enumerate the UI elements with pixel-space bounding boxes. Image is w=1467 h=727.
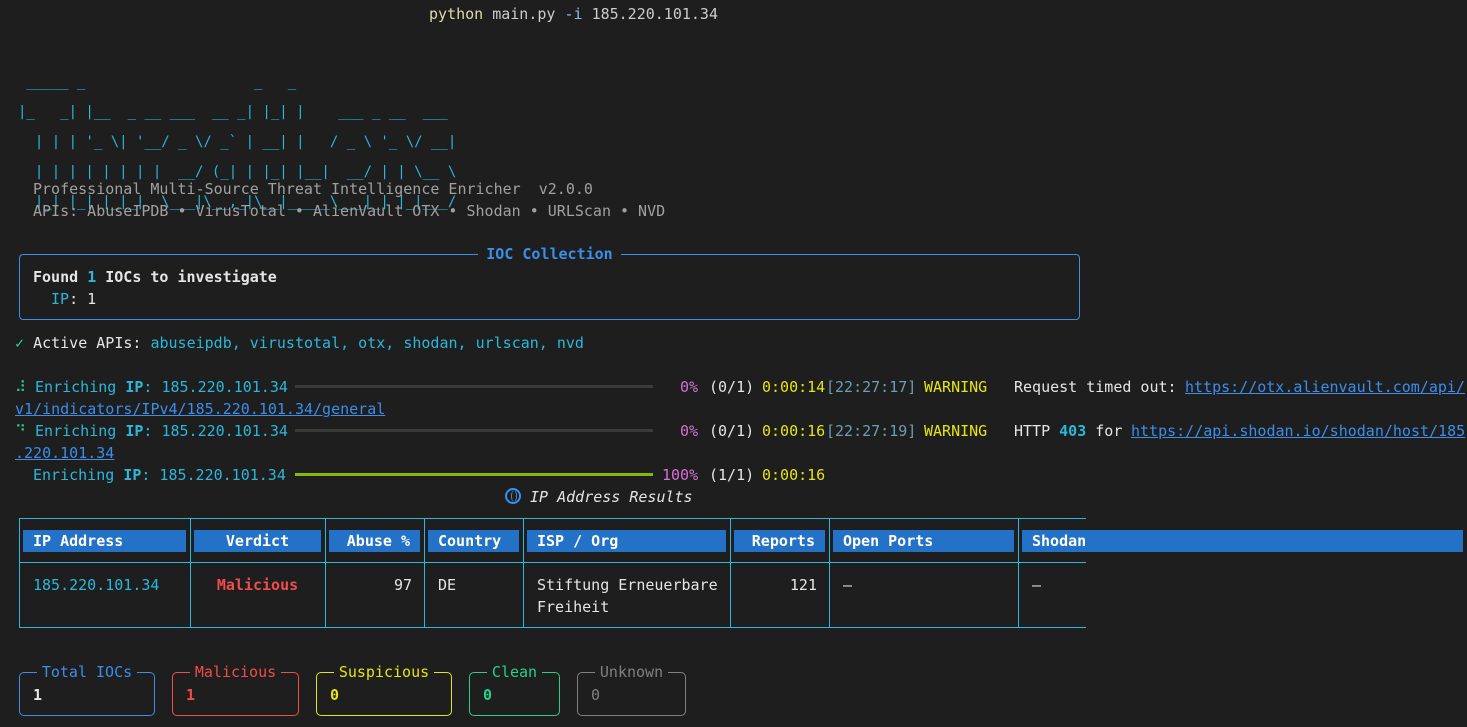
log-1-message: Request timed out: — [1014, 378, 1186, 396]
header-reports: Reports — [734, 530, 825, 552]
table-header-divider — [19, 562, 1086, 563]
check-icon: ✓ — [15, 334, 25, 352]
ioc-found-count: 1 — [87, 268, 97, 286]
progress-3-count: (1/1) — [709, 466, 755, 484]
cell-country: DE — [438, 576, 457, 594]
progress-1-elapsed: 0:00:14 — [762, 378, 826, 396]
progress-2-elapsed: 0:00:16 — [762, 422, 826, 440]
stat-clean-value: 0 — [483, 686, 493, 704]
progress-1-count: (0/1) — [709, 378, 755, 396]
globe-icon — [505, 488, 521, 504]
banner-line: | | | '_ \| '__/ _ \/ _` | __| | / _ \ '… — [18, 134, 457, 150]
col-divider — [829, 518, 830, 628]
header-open-ports: Open Ports — [833, 530, 1014, 552]
log-2-level: WARNING — [924, 422, 988, 440]
command-flag: -i — [564, 5, 583, 23]
col-divider — [325, 518, 326, 628]
stat-total-value: 1 — [33, 686, 43, 704]
log-1-time: [22:27:17] — [826, 378, 917, 396]
progress-2-pct: 0% — [680, 422, 699, 440]
results-title-row: IP Address Results — [505, 486, 693, 508]
active-apis-list: abuseipdb, virustotal, otx, shodan, urls… — [150, 334, 584, 352]
progress-row-2: ⠙ Enriching IP: 185.220.101.34 — [15, 422, 288, 440]
stat-malicious-label: Malicious — [189, 663, 282, 681]
header-isp: ISP / Org — [527, 530, 726, 552]
progress-2-count: (0/1) — [709, 422, 755, 440]
stat-suspicious-value: 0 — [330, 686, 340, 704]
log-1-url[interactable]: https://otx.alienvault.com/api/ — [1185, 376, 1465, 398]
progress-bar-2 — [295, 429, 653, 432]
col-divider — [1018, 518, 1019, 628]
col-divider — [523, 518, 524, 628]
log-2-url[interactable]: https://api.shodan.io/shodan/host/185 — [1131, 420, 1467, 442]
app-subtitle: Professional Multi-Source Threat Intelli… — [33, 180, 593, 198]
apis-list-line: APIs: AbuseIPDB • VirusTotal • AlienVaul… — [33, 202, 666, 220]
ioc-type-label: IP — [51, 290, 70, 308]
cell-open-ports: – — [843, 576, 853, 594]
col-divider — [730, 518, 731, 628]
stat-clean-label: Clean — [486, 663, 543, 681]
stat-suspicious-label: Suspicious — [333, 663, 435, 681]
cell-ip: 185.220.101.34 — [33, 576, 160, 594]
stat-unknown: Unknown 0 — [577, 663, 686, 716]
cell-shodan: – — [1032, 576, 1042, 594]
stat-total-label: Total IOCs — [36, 663, 138, 681]
header-abuse: Abuse % — [329, 530, 420, 552]
stat-unknown-label: Unknown — [594, 663, 669, 681]
progress-bar-1 — [295, 385, 653, 388]
cell-verdict: Malicious — [216, 576, 299, 594]
ioc-type-count: : 1 — [69, 290, 97, 308]
header-country: Country — [428, 530, 519, 552]
command-ip: 185.220.101.34 — [591, 5, 718, 23]
header-verdict: Verdict — [194, 530, 321, 552]
active-apis-line: ✓ Active APIs: abuseipdb, virustotal, ot… — [15, 332, 584, 354]
ioc-type-line: IP: 1 — [51, 288, 96, 310]
progress-row-3: Enriching IP: 185.220.101.34 — [33, 466, 286, 484]
log-1-level: WARNING — [924, 378, 988, 396]
results-title: IP Address Results — [530, 488, 693, 506]
progress-row-1: ⠼ Enriching IP: 185.220.101.34 — [15, 378, 288, 396]
stat-suspicious: Suspicious 0 — [316, 663, 452, 716]
cell-abuse: 97 — [393, 576, 412, 594]
stat-clean: Clean 0 — [469, 663, 560, 716]
active-apis-label: Active APIs: — [33, 334, 151, 352]
log-2-url-cont[interactable]: .220.101.34 — [15, 442, 114, 464]
log-2-message: HTTP 403 for — [1014, 422, 1132, 440]
stat-malicious-value: 1 — [186, 686, 196, 704]
cell-reports: 121 — [789, 576, 817, 594]
header-ip-address: IP Address — [23, 530, 186, 552]
progress-3-elapsed: 0:00:16 — [762, 466, 826, 484]
command-script: main.py — [492, 5, 556, 23]
col-divider — [424, 518, 425, 628]
banner-line: |_ _| |__ _ __ ___ __ _| |_| | ___ _ __ … — [18, 104, 448, 120]
ioc-found-line: Found 1 IOCs to investigate — [33, 268, 277, 286]
command-line: python main.py -i 185.220.101.34 — [429, 3, 718, 25]
ioc-collection-panel: IOC Collection Found 1 IOCs to investiga… — [19, 245, 1080, 320]
progress-fill-3 — [295, 473, 653, 476]
header-shodan: Shodan — [1022, 530, 1463, 552]
stat-total-iocs: Total IOCs 1 — [19, 663, 155, 716]
progress-1-pct: 0% — [680, 378, 699, 396]
progress-3-pct: 100% — [662, 466, 699, 484]
progress-bar-3 — [295, 473, 653, 476]
command-program: python — [429, 5, 484, 23]
col-divider — [190, 518, 191, 628]
stat-unknown-value: 0 — [591, 686, 601, 704]
log-2-time: [22:27:19] — [826, 422, 917, 440]
banner-line: _____ _ _ _ — [18, 74, 297, 90]
ioc-panel-title: IOC Collection — [478, 245, 621, 263]
spinner-icon: ⠼ — [15, 378, 26, 396]
stat-malicious: Malicious 1 — [172, 663, 299, 716]
spinner-icon: ⠙ — [15, 422, 26, 440]
cell-isp-line-2: Freiheit — [537, 598, 610, 616]
log-1-url-cont[interactable]: v1/indicators/IPv4/185.220.101.34/genera… — [15, 398, 385, 420]
cell-isp-line-1: Stiftung Erneuerbare — [537, 576, 718, 594]
http-status-code: 403 — [1059, 422, 1087, 440]
